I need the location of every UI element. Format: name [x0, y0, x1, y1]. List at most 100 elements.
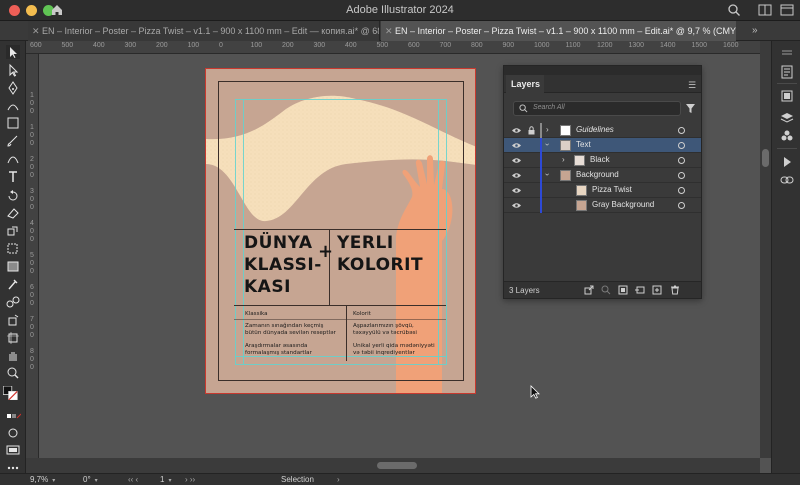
prev-artboard-icon[interactable]: ‹‹ ‹ [128, 475, 138, 484]
draw-mode-icon[interactable] [5, 426, 21, 440]
shaper-tool-icon[interactable] [5, 152, 21, 166]
visibility-eye-icon[interactable] [512, 127, 521, 134]
dropdown-arrow-icon: ▾ [168, 478, 172, 484]
arrange-documents-icon[interactable] [757, 3, 773, 17]
zoom-tool-icon[interactable] [5, 366, 21, 380]
collapse-chevron-icon[interactable]: › [543, 143, 552, 146]
visibility-eye-icon[interactable] [512, 187, 521, 194]
collapse-chevron-icon[interactable]: › [543, 173, 552, 176]
layers-panel-icon[interactable] [779, 111, 795, 125]
links-icon[interactable] [779, 173, 795, 187]
zoom-level-dropdown[interactable]: 9,7% ▾ [30, 475, 55, 485]
direct-selection-tool-icon[interactable] [5, 63, 21, 77]
ruler-label: 6 [30, 284, 34, 291]
properties-icon[interactable] [779, 65, 795, 79]
artboard-number-dropdown[interactable]: 1 ▾ [160, 475, 171, 485]
fill-stroke-swatch[interactable] [2, 385, 19, 401]
lock-icon[interactable] [528, 126, 535, 135]
curvature-tool-icon[interactable] [5, 99, 21, 113]
rectangle-tool-icon[interactable] [5, 116, 21, 130]
vertical-scrollbar[interactable] [760, 41, 771, 458]
target-circle-icon[interactable] [678, 172, 685, 179]
locate-object-icon[interactable] [601, 285, 611, 295]
visibility-eye-icon[interactable] [512, 202, 521, 209]
expand-chevron-icon[interactable]: › [562, 155, 565, 164]
close-tab-icon[interactable]: ✕ [385, 21, 393, 41]
horizontal-ruler[interactable]: 600 500 400 300 200 100 0 100 200 300 400 500 600 700… [26, 41, 760, 54]
guide-line [438, 99, 439, 364]
tabs-overflow-icon[interactable]: » [752, 25, 758, 36]
layer-row-text[interactable]: › Text [504, 138, 701, 153]
new-layer-icon[interactable] [652, 285, 662, 295]
filter-icon[interactable] [685, 103, 696, 114]
poster-divider [234, 229, 446, 230]
panel-drag-bar[interactable] [504, 66, 701, 75]
artboard-navigation[interactable]: ‹‹ ‹ [128, 475, 138, 485]
panel-menu-icon[interactable]: ☰ [688, 80, 696, 91]
pen-tool-icon[interactable] [5, 81, 21, 95]
status-arrow-icon[interactable]: › [337, 475, 340, 485]
scroll-thumb[interactable] [762, 149, 769, 167]
next-artboard-navigation[interactable]: › ›› [185, 475, 195, 485]
ruler-label: 400 [93, 42, 105, 49]
symbols-icon[interactable] [779, 129, 795, 143]
close-tab-icon[interactable]: ✕ [32, 21, 40, 41]
target-circle-icon[interactable] [678, 142, 685, 149]
ruler-label: 1100 [565, 42, 581, 49]
target-circle-icon[interactable] [678, 187, 685, 194]
free-transform-tool-icon[interactable] [5, 241, 21, 255]
ruler-label: 1 [30, 124, 34, 131]
layer-row-background[interactable]: › Background [504, 168, 701, 183]
target-circle-icon[interactable] [678, 157, 685, 164]
visibility-eye-icon[interactable] [512, 157, 521, 164]
screen-mode-icon[interactable] [5, 443, 21, 457]
symbol-sprayer-tool-icon[interactable] [5, 313, 21, 327]
layer-color-bar [540, 123, 542, 138]
ruler-label: 100 [187, 42, 200, 49]
tool-status-dropdown[interactable]: Selection [281, 475, 314, 485]
target-circle-icon[interactable] [678, 202, 685, 209]
workspace-icon[interactable] [779, 3, 795, 17]
target-circle-icon[interactable] [678, 127, 685, 134]
play-action-icon[interactable] [779, 155, 795, 169]
paintbrush-tool-icon[interactable] [5, 134, 21, 148]
layer-row-guidelines[interactable]: › Guidelines [504, 123, 701, 138]
libraries-icon[interactable] [779, 89, 795, 103]
rotation-dropdown[interactable]: 0° ▾ [83, 475, 98, 485]
artboard-tool-icon[interactable] [5, 331, 21, 345]
type-tool-icon[interactable] [5, 170, 21, 184]
selection-tool-icon[interactable] [5, 45, 21, 59]
rotate-tool-icon[interactable] [5, 188, 21, 202]
hand-tool-icon[interactable] [5, 349, 21, 363]
expand-chevron-icon[interactable]: › [546, 125, 549, 134]
artboard[interactable]: DÜNYA KLASSI- KASI + YERLI KOLORIT Klass… [205, 68, 476, 394]
layer-row-black[interactable]: › Black [504, 153, 701, 168]
tab-layers[interactable]: Layers [506, 75, 544, 93]
eyedropper-tool-icon[interactable] [5, 277, 21, 291]
color-mode-icon[interactable] [5, 410, 22, 424]
export-icon[interactable] [584, 285, 594, 295]
layers-search-input[interactable]: Search All [513, 101, 681, 116]
next-artboard-icon[interactable]: › ›› [185, 475, 195, 484]
visibility-eye-icon[interactable] [512, 142, 521, 149]
tools-panel [0, 41, 26, 473]
gradient-tool-icon[interactable] [5, 259, 21, 273]
trash-icon[interactable] [670, 285, 680, 295]
scroll-thumb[interactable] [377, 462, 417, 469]
document-tab-copy[interactable]: ✕ EN – Interior – Poster – Pizza Twist –… [28, 21, 380, 41]
layer-row-gray-background[interactable]: Gray Background [504, 198, 701, 213]
clipping-mask-icon[interactable] [618, 285, 628, 295]
horizontal-scrollbar[interactable] [26, 458, 760, 473]
layer-thumbnail [576, 200, 587, 211]
dock-grip-icon[interactable] [779, 47, 795, 61]
new-sublayer-icon[interactable] [635, 285, 645, 295]
visibility-eye-icon[interactable] [512, 172, 521, 179]
eraser-tool-icon[interactable] [5, 206, 21, 220]
layer-color-bar [540, 168, 542, 183]
blend-tool-icon[interactable] [5, 295, 21, 309]
search-icon[interactable] [727, 3, 743, 17]
vertical-ruler[interactable]: 100100200300400500600700800 [26, 54, 39, 458]
layer-row-pizza-twist[interactable]: Pizza Twist [504, 183, 701, 198]
document-tab-active[interactable]: ✕ EN – Interior – Poster – Pizza Twist –… [381, 21, 736, 41]
scale-tool-icon[interactable] [5, 224, 21, 238]
